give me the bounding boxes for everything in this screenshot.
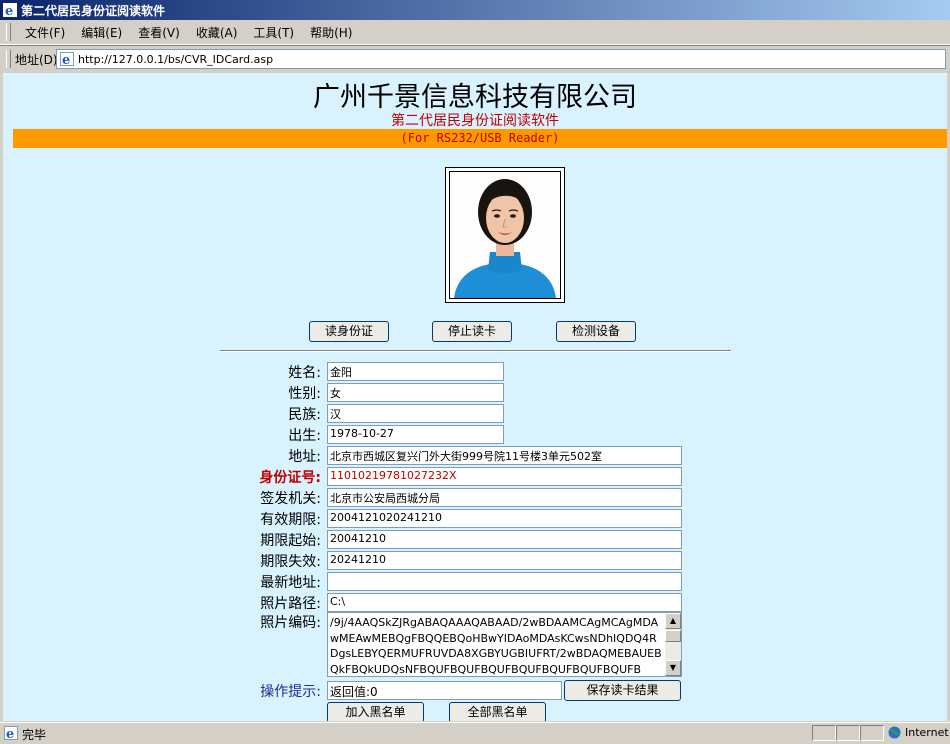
toolbar-grip[interactable] (6, 23, 11, 41)
photo-code-scrollbar[interactable]: ▲ ▼ (665, 613, 681, 676)
security-zone: Internet (888, 726, 949, 739)
address-input[interactable]: e http://127.0.0.1/bs/CVR_IDCard.asp (56, 49, 946, 69)
photo-code-text: /9j/4AAQSkZJRgABAQAAAQABAAD/2wBDAAMCAgMC… (330, 616, 662, 676)
valid-period-label: 有效期限: (260, 512, 321, 528)
save-result-button[interactable]: 保存读卡结果 (564, 680, 681, 701)
valid-period-input[interactable]: 2004121020241210 (327, 509, 682, 528)
address-field-label: 地址: (288, 449, 321, 465)
birth-label: 出生: (288, 428, 321, 444)
new-address-label: 最新地址: (260, 575, 321, 591)
photo-code-label: 照片编码: (260, 615, 321, 631)
address-label: 地址(D) (15, 52, 58, 67)
ie-logo-icon: e (3, 3, 17, 17)
menu-help[interactable]: 帮助(H) (302, 24, 360, 41)
menu-bar: 文件(F) 编辑(E) 查看(V) 收藏(A) 工具(T) 帮助(H) (0, 20, 950, 45)
address-field-input[interactable]: 北京市西城区复兴门外大街999号院11号楼3单元502室 (327, 446, 682, 465)
start-date-label: 期限起始: (260, 533, 321, 549)
end-date-input[interactable]: 20241210 (327, 551, 682, 570)
page-content: 广州千景信息科技有限公司 第二代居民身份证阅读软件 (For RS232/USB… (3, 73, 947, 721)
nation-label: 民族: (288, 407, 321, 423)
separator-line (220, 350, 731, 352)
reader-banner-text: (For RS232/USB Reader) (400, 131, 560, 145)
photo-path-input[interactable]: C:\ (327, 593, 682, 612)
add-blacklist-button[interactable]: 加入黑名单 (327, 702, 424, 721)
sex-label: 性别: (288, 386, 321, 402)
all-blacklist-button[interactable]: 全部黑名单 (449, 702, 546, 721)
menu-view[interactable]: 查看(V) (130, 24, 188, 41)
ie-page-icon: e (60, 52, 74, 66)
issuer-input[interactable]: 北京市公安局西城分局 (327, 488, 682, 507)
address-bar: 地址(D) e http://127.0.0.1/bs/CVR_IDCard.a… (0, 45, 950, 72)
nation-input[interactable]: 汉 (327, 404, 504, 423)
id-number-input[interactable]: 11010219781027232X (327, 467, 682, 486)
scroll-thumb[interactable] (665, 630, 681, 642)
photo-path-label: 照片路径: (260, 596, 321, 612)
svg-text:e: e (62, 53, 70, 66)
id-photo (449, 171, 561, 299)
detect-device-button[interactable]: 检测设备 (556, 321, 636, 342)
company-title: 广州千景信息科技有限公司 (313, 82, 637, 113)
svg-text:e: e (5, 4, 13, 17)
new-address-input[interactable] (327, 572, 682, 591)
hint-input[interactable]: 返回值:0 (327, 681, 562, 700)
end-date-label: 期限失效: (260, 554, 321, 570)
id-photo-frame (445, 167, 565, 303)
menu-favorites[interactable]: 收藏(A) (188, 24, 246, 41)
status-panel-3 (860, 725, 884, 741)
menu-tools[interactable]: 工具(T) (245, 24, 302, 41)
photo-code-textarea[interactable]: /9j/4AAQSkZJRgABAQAAAQABAAD/2wBDAAMCAgMC… (327, 612, 682, 677)
window-title: 第二代居民身份证阅读软件 (21, 3, 166, 18)
start-date-input[interactable]: 20041210 (327, 530, 682, 549)
window-title-bar: e 第二代居民身份证阅读软件 (0, 0, 950, 20)
software-subtitle: 第二代居民身份证阅读软件 (391, 113, 559, 129)
hint-label: 操作提示: (260, 684, 321, 700)
scroll-up-icon[interactable]: ▲ (665, 613, 681, 629)
portrait-icon (450, 172, 560, 298)
name-label: 姓名: (288, 365, 321, 381)
birth-input[interactable]: 1978-10-27 (327, 425, 504, 444)
status-text: 完毕 (22, 728, 47, 742)
address-url: http://127.0.0.1/bs/CVR_IDCard.asp (78, 52, 274, 66)
issuer-label: 签发机关: (260, 491, 321, 507)
menu-edit[interactable]: 编辑(E) (73, 24, 130, 41)
svg-text:e: e (6, 727, 14, 740)
address-grip[interactable] (6, 50, 11, 68)
read-id-button[interactable]: 读身份证 (309, 321, 389, 342)
status-panel-1 (812, 725, 836, 741)
status-panel-2 (836, 725, 860, 741)
stop-read-button[interactable]: 停止读卡 (432, 321, 512, 342)
reader-banner: (For RS232/USB Reader) (13, 129, 947, 148)
scroll-down-icon[interactable]: ▼ (665, 660, 681, 676)
globe-icon (888, 726, 901, 739)
id-number-label: 身份证号: (259, 470, 321, 486)
menu-file[interactable]: 文件(F) (17, 24, 73, 41)
status-bar: e 完毕 Internet (0, 722, 950, 744)
name-input[interactable]: 金阳 (327, 362, 504, 381)
page-done-icon: e (4, 726, 18, 740)
sex-input[interactable]: 女 (327, 383, 504, 402)
security-zone-text: Internet (905, 726, 949, 739)
